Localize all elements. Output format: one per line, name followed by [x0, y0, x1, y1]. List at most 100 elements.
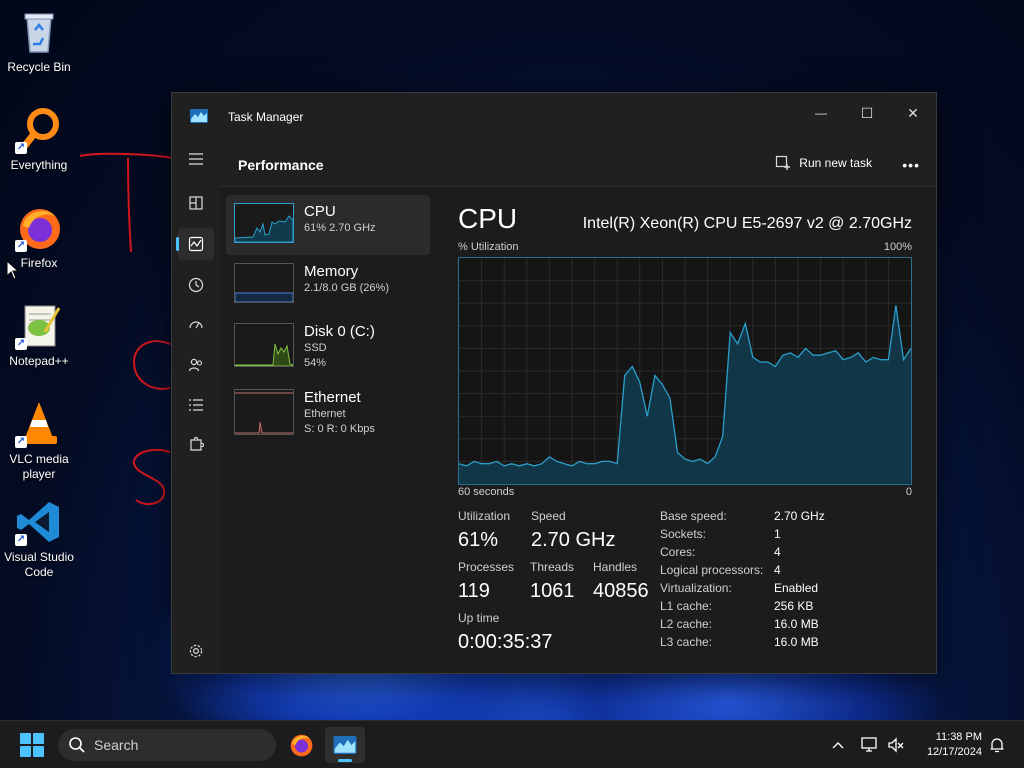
cpu-graph-svg	[458, 258, 912, 484]
stat-label: Up time	[458, 611, 500, 625]
cpu-model-name: Intel(R) Xeon(R) CPU E5-2697 v2 @ 2.70GH…	[582, 215, 912, 232]
nav-processes[interactable]	[178, 187, 214, 219]
desktop-icon-recycle-bin[interactable]: Recycle Bin	[2, 8, 76, 75]
spec-key: Base speed:	[660, 509, 727, 523]
run-new-task-label: Run new task	[799, 156, 872, 170]
shortcut-arrow-icon: ↗	[15, 142, 27, 154]
desktop-icon-label: VLC media player	[9, 452, 69, 481]
run-task-icon	[776, 155, 791, 170]
desktop-icon-label: Firefox	[20, 256, 58, 270]
nav-settings[interactable]	[178, 635, 214, 667]
spec-row: Cores: 4	[660, 545, 850, 563]
spec-row: Sockets: 1	[660, 527, 850, 545]
shortcut-arrow-icon: ↗	[15, 338, 27, 350]
taskbar-firefox[interactable]	[281, 727, 321, 763]
show-hidden-icons-button[interactable]	[826, 721, 850, 768]
startup-gauge-icon	[189, 321, 203, 329]
taskbar-clock[interactable]: 11:38 PM 12/17/2024	[927, 730, 982, 760]
resource-item-ethernet[interactable]: Ethernet Ethernet S: 0 R: 0 Kbps	[226, 381, 430, 447]
window-title: Task Manager	[228, 110, 304, 124]
more-options-button[interactable]: •••	[902, 157, 920, 173]
task-manager-window[interactable]: Task Manager — ☐ ✕ Performance Run new t…	[171, 92, 937, 674]
stat-value: 2.70 GHz	[531, 529, 616, 551]
stat-value: 0:00:35:37	[458, 631, 553, 653]
stat-label: Speed	[531, 509, 566, 523]
nav-users[interactable]	[178, 349, 214, 381]
stat-value: 119	[458, 580, 490, 602]
maximize-icon: ☐	[860, 104, 874, 121]
spec-value: 4	[774, 563, 781, 577]
spec-row: Logical processors: 4	[660, 563, 850, 581]
processes-grid-icon	[189, 196, 203, 210]
resource-name: Disk 0 (C:)	[304, 323, 375, 340]
vlc-cone-icon: ↗	[15, 400, 63, 448]
resource-sub: S: 0 R: 0 Kbps	[304, 423, 375, 435]
notifications-button[interactable]	[986, 721, 1008, 768]
nav-app-history[interactable]	[178, 269, 214, 301]
hamburger-menu-button[interactable]	[178, 143, 214, 175]
close-icon: ✕	[907, 104, 919, 121]
task-manager-app-icon	[333, 736, 357, 754]
resource-item-cpu[interactable]: CPU 61% 2.70 GHz	[226, 195, 430, 255]
services-puzzle-icon	[190, 437, 204, 451]
spec-row: L2 cache: 16.0 MB	[660, 617, 850, 635]
title-bar[interactable]: Task Manager — ☐ ✕	[172, 93, 936, 139]
x-axis-right-label: 0	[905, 486, 912, 498]
chevron-up-icon	[832, 742, 844, 749]
spec-key: Sockets:	[660, 527, 707, 541]
run-new-task-button[interactable]: Run new task	[775, 155, 872, 171]
desktop-icon-notepadpp[interactable]: ↗ Notepad++	[2, 302, 76, 369]
nav-performance[interactable]	[176, 228, 214, 260]
y-axis-label: % Utilization	[458, 241, 519, 253]
page-title: Performance	[238, 157, 324, 173]
spec-row: L1 cache: 256 KB	[660, 599, 850, 617]
volume-button[interactable]	[884, 721, 908, 768]
disk-thumbnail-graph	[234, 323, 294, 367]
resource-item-memory[interactable]: Memory 2.1/8.0 GB (26%)	[226, 255, 430, 315]
stat-value: 40856	[593, 580, 649, 602]
nav-details[interactable]	[178, 389, 214, 421]
firefox-icon: ↗	[15, 204, 63, 252]
spec-key: L1 cache:	[660, 599, 713, 613]
desktop-icon-vlc[interactable]: ↗ VLC media player	[2, 400, 76, 482]
close-button[interactable]: ✕	[890, 99, 936, 127]
windows-logo-icon	[33, 746, 44, 757]
gear-icon	[189, 644, 203, 658]
minimize-icon: —	[815, 106, 827, 120]
search-icon	[69, 737, 85, 753]
desktop-icon-vscode[interactable]: ↗ Visual Studio Code	[2, 498, 76, 580]
minimize-button[interactable]: —	[798, 99, 844, 127]
desktop-icon-label: Visual Studio Code	[4, 550, 74, 579]
detail-title: CPU	[458, 203, 518, 234]
stat-value: 1061	[530, 580, 575, 602]
spec-key: L3 cache:	[660, 635, 713, 649]
stat-processes: Processes 119	[458, 560, 514, 603]
desktop-icon-label: Everything	[10, 158, 68, 172]
maximize-button[interactable]: ☐	[844, 99, 890, 127]
stat-label: Utilization	[458, 509, 511, 523]
taskbar-task-manager[interactable]	[325, 727, 365, 763]
spec-value: 2.70 GHz	[774, 509, 825, 523]
resource-sub: Ethernet	[304, 408, 346, 420]
resource-name: CPU	[304, 203, 336, 220]
desktop-icon-everything[interactable]: ↗ Everything	[2, 106, 76, 173]
desktop-icon-label: Recycle Bin	[7, 60, 71, 74]
notepadpp-icon: ↗	[15, 302, 63, 350]
stat-threads: Threads 1061	[530, 560, 575, 603]
spec-key: Cores:	[660, 545, 696, 559]
mouse-cursor-icon	[6, 260, 20, 280]
details-list-icon	[189, 399, 203, 411]
nav-startup-apps[interactable]	[178, 309, 214, 341]
spec-row: Base speed: 2.70 GHz	[660, 509, 850, 527]
memory-thumbnail-graph	[234, 263, 294, 303]
taskbar-search[interactable]: Search	[58, 729, 276, 761]
spec-value: Enabled	[774, 581, 819, 595]
nav-services[interactable]	[178, 429, 214, 461]
shortcut-arrow-icon: ↗	[15, 534, 27, 546]
everything-icon: ↗	[15, 106, 63, 154]
start-button[interactable]	[20, 733, 44, 757]
resource-item-disk[interactable]: Disk 0 (C:) SSD 54%	[226, 315, 430, 381]
network-button[interactable]	[858, 721, 882, 768]
nav-rail	[172, 139, 220, 673]
resource-sub: SSD	[304, 342, 327, 354]
